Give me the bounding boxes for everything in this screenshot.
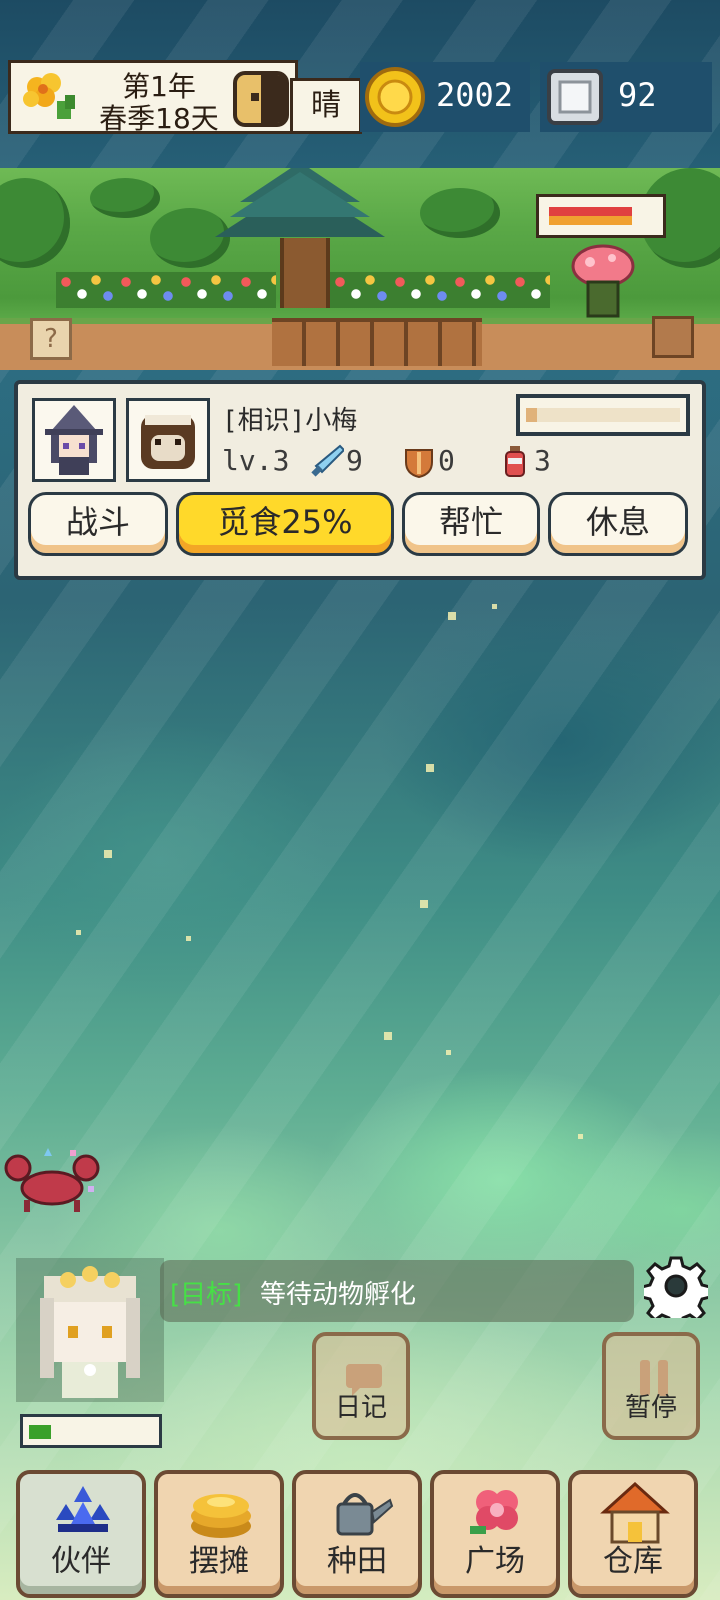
pet-avatar <box>141 415 195 469</box>
coin-icon <box>365 67 425 127</box>
fight-button[interactable]: 战斗 <box>28 492 168 556</box>
nav-warehouse[interactable]: 仓库 <box>568 1470 698 1598</box>
nav-stall-label: 摆摊 <box>189 1544 249 1579</box>
bush <box>420 188 500 238</box>
sparkle <box>492 604 497 609</box>
diary-button[interactable]: 日记 <box>312 1332 410 1440</box>
player-hp-bar <box>20 1414 162 1448</box>
nav-plaza-label: 广场 <box>465 1544 525 1579</box>
witch-avatar <box>45 405 103 475</box>
affection-fill <box>526 408 537 422</box>
nav-farm-label: 种田 <box>327 1544 387 1579</box>
sparkle <box>426 764 434 772</box>
player-avatar <box>40 1266 140 1398</box>
companion-name: [相识]小梅 <box>222 406 358 436</box>
potion-value: 3 <box>534 444 551 477</box>
flowerbed <box>330 272 550 308</box>
bush <box>90 178 160 218</box>
gem-value: 92 <box>618 76 657 114</box>
affection-bar <box>516 394 690 436</box>
affection-track <box>526 408 680 422</box>
coin-value: 2002 <box>436 76 514 114</box>
sparkle <box>446 1050 451 1055</box>
bush <box>0 178 70 268</box>
sparkle <box>448 612 456 620</box>
sparkle <box>76 930 81 935</box>
flowerbed <box>56 272 276 308</box>
nav-farm[interactable]: 种田 <box>292 1470 422 1598</box>
sparkle <box>578 1134 583 1139</box>
defense-value: 0 <box>438 444 455 477</box>
farm-scene: ? <box>0 168 720 370</box>
gear-icon[interactable] <box>644 1254 708 1318</box>
player-hp-fill <box>29 1425 51 1439</box>
goal-prefix: [目标] <box>170 1280 243 1310</box>
help-button[interactable]: 帮忙 <box>402 492 540 556</box>
season-day-label: 春季18天 <box>99 102 219 135</box>
pause-label: 暂停 <box>624 1393 677 1423</box>
nav-plaza[interactable]: 广场 <box>430 1470 560 1598</box>
goal-text: 等待动物孵化 <box>260 1280 417 1310</box>
pet-portrait[interactable] <box>126 398 210 482</box>
goal-bar[interactable]: [目标] 等待动物孵化 <box>160 1260 634 1322</box>
flower-icon <box>19 69 83 127</box>
enemy-hp-bar <box>536 194 666 238</box>
rest-button[interactable]: 休息 <box>548 492 688 556</box>
mushroom-monster-icon[interactable] <box>570 244 636 318</box>
day-night-icon <box>233 71 289 127</box>
sparkle <box>384 1032 392 1040</box>
diary-label: 日记 <box>334 1393 387 1423</box>
pause-button[interactable]: 暂停 <box>602 1332 700 1440</box>
nav-partner[interactable]: 伙伴 <box>16 1470 146 1598</box>
sword-icon <box>311 444 344 477</box>
nav-stall[interactable]: 摆摊 <box>154 1470 284 1598</box>
nav-warehouse-label: 仓库 <box>603 1544 663 1579</box>
forage-button[interactable]: 觅食25% <box>176 492 394 556</box>
shield-icon <box>405 449 433 478</box>
attack-value: 9 <box>346 444 363 477</box>
companion-portrait[interactable] <box>32 398 116 482</box>
crab-icon[interactable] <box>4 1148 100 1214</box>
companion-level: lv.3 <box>222 444 290 477</box>
wooden-fence <box>272 318 482 366</box>
sparkle <box>104 850 112 858</box>
companion-panel: [相识]小梅 lv.3 9 0 3 战斗 觅食25% 帮忙 休息 <box>14 380 706 580</box>
crate-icon[interactable] <box>652 316 694 358</box>
date-panel[interactable]: 第1年 春季18天 <box>8 60 298 135</box>
sparkle <box>186 936 191 941</box>
tree-trunk <box>280 238 330 308</box>
nav-partner-label: 伙伴 <box>51 1544 111 1579</box>
bottom-nav: 伙伴 摆摊 种田 广场 仓库 <box>0 1462 720 1600</box>
help-icon[interactable]: ? <box>30 318 72 360</box>
potion-icon <box>505 446 525 477</box>
enemy-hp-fill <box>549 207 632 225</box>
sparkle <box>420 900 428 908</box>
silver-tile-icon <box>547 69 603 125</box>
top-bar: 第1年 春季18天 晴 2002 92 <box>0 56 720 136</box>
player-portrait[interactable] <box>16 1258 164 1402</box>
coin-counter: 2002 <box>360 62 530 132</box>
weather-label: 晴 <box>290 78 362 134</box>
gem-counter: 92 <box>540 62 712 132</box>
